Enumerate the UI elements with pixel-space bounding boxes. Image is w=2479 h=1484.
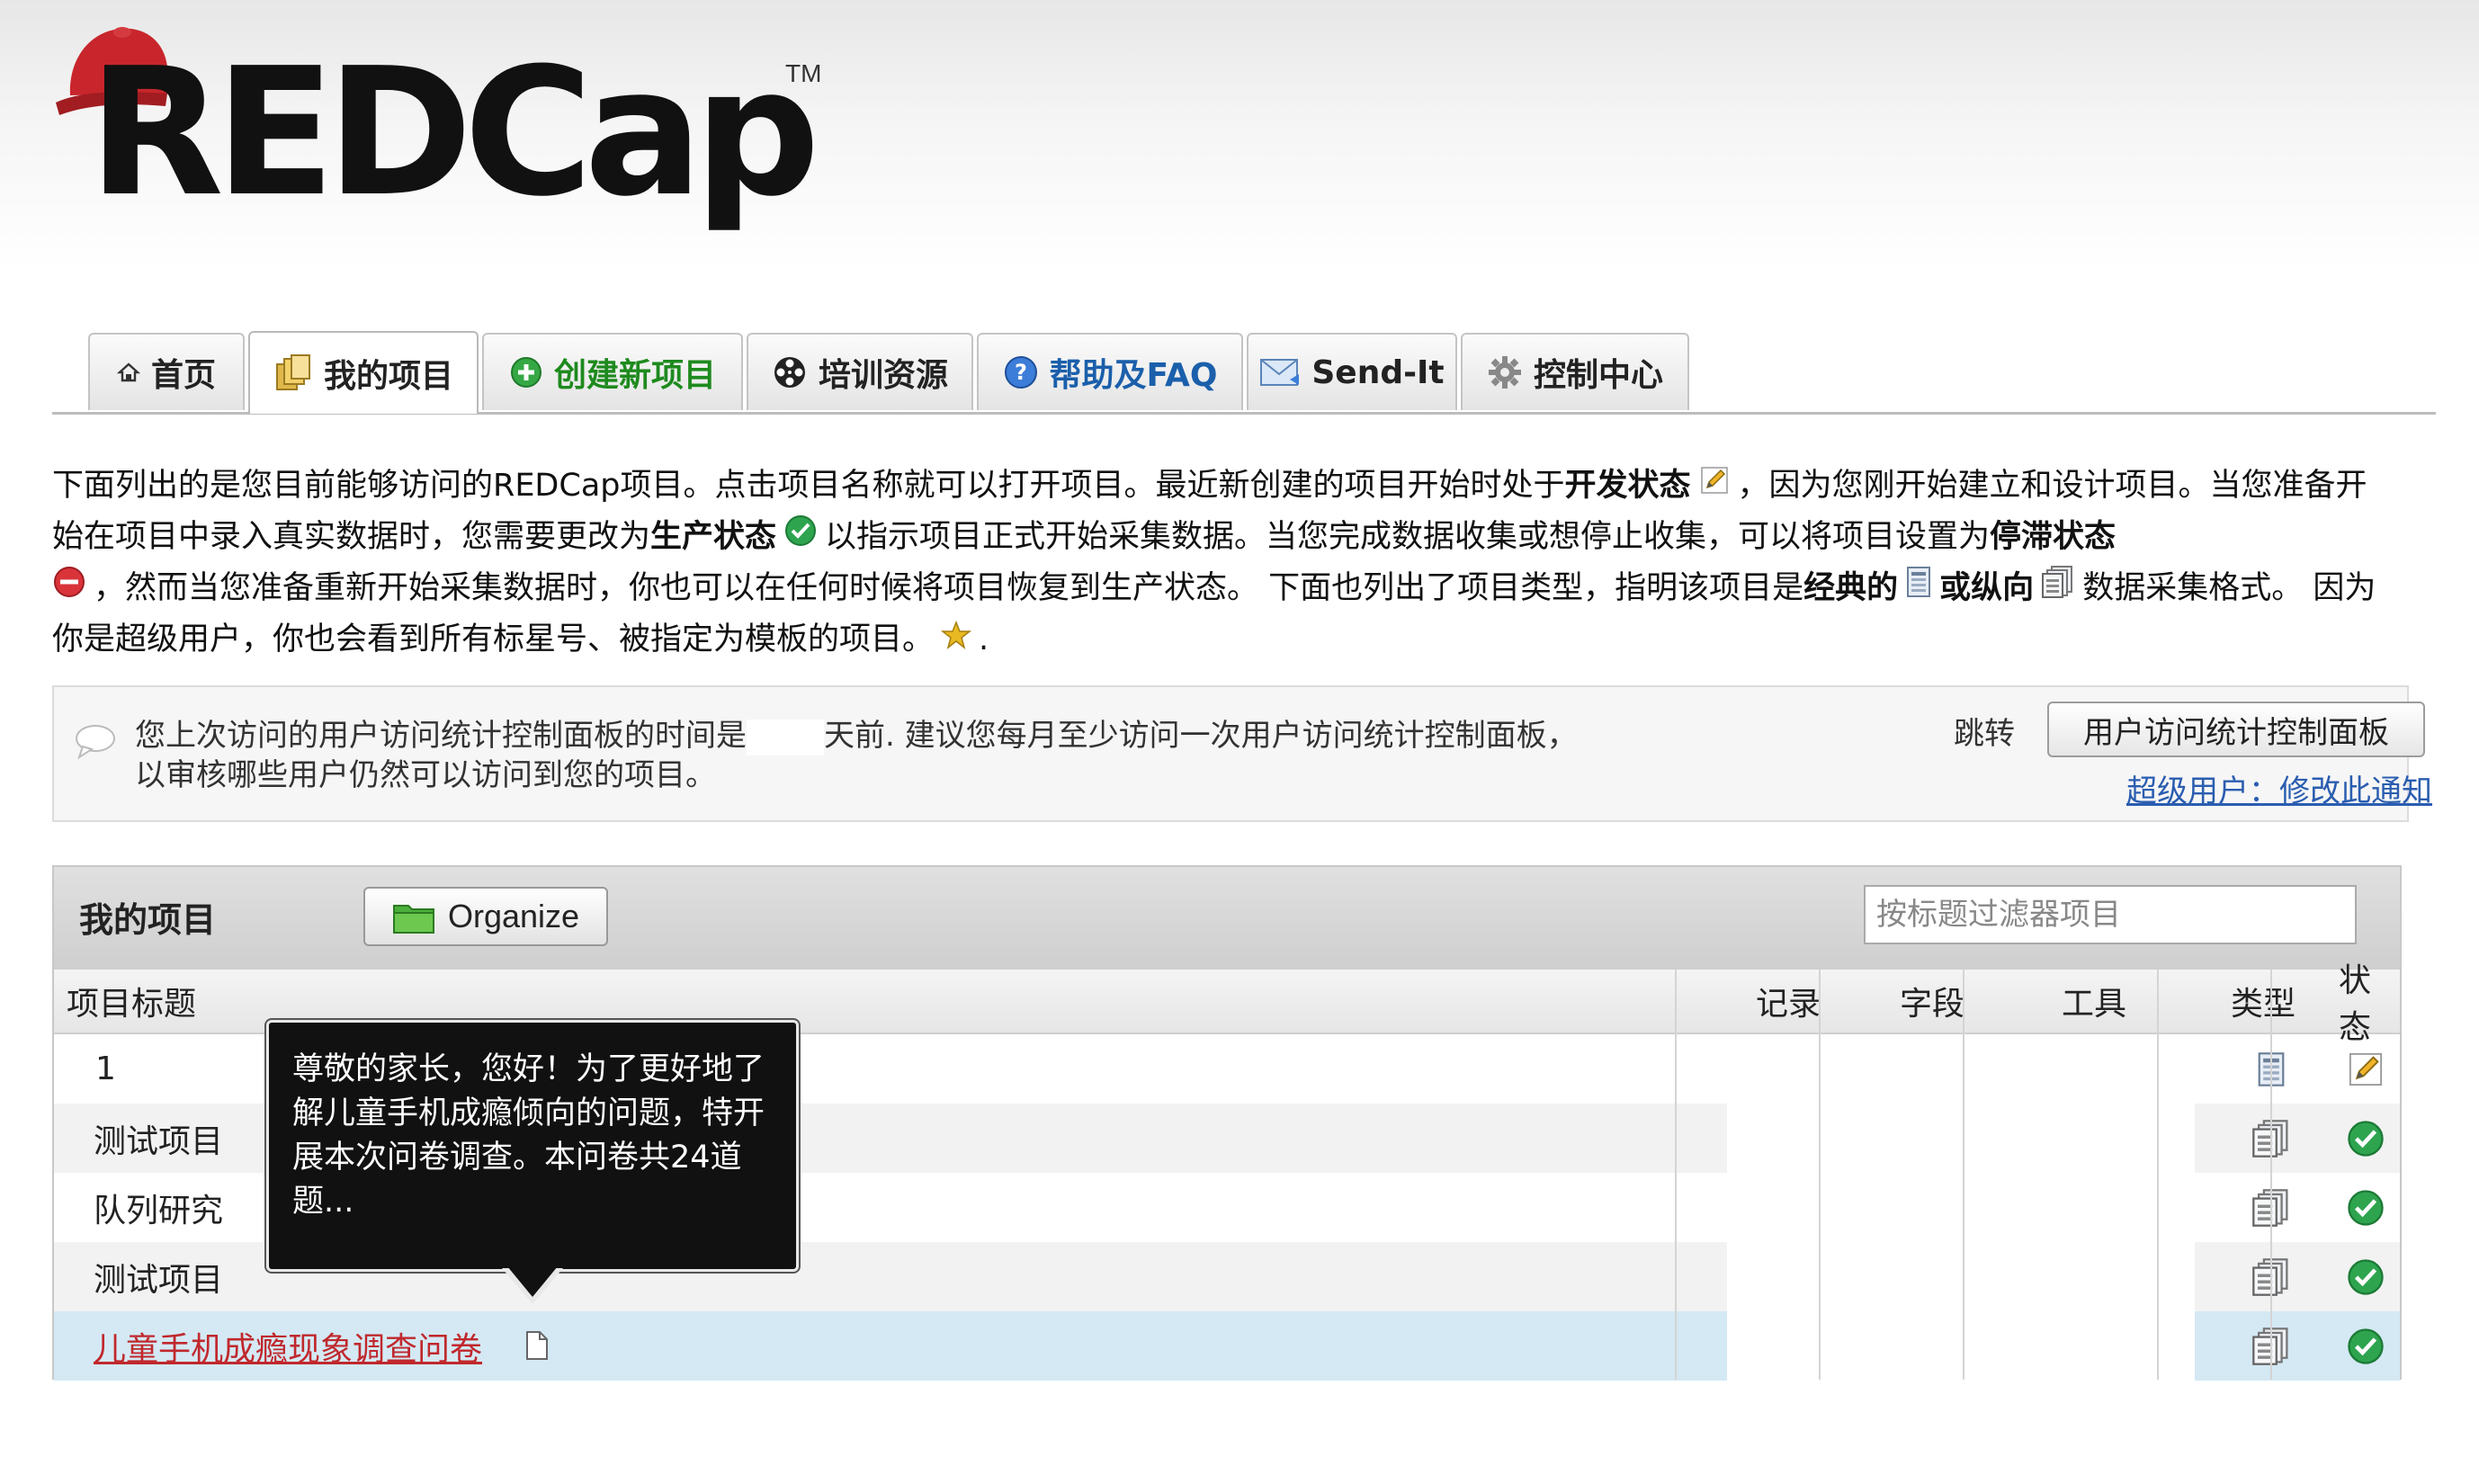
- check-circle-icon: [2346, 1119, 2385, 1158]
- tab-create-project[interactable]: 创建新项目: [482, 333, 743, 410]
- user-access-notice: 您上次访问的用户访问统计控制面板的时间是 天前. 建议您每月至少访问一次用户访问统…: [52, 685, 2432, 822]
- col-header-title[interactable]: 项目标题: [67, 970, 196, 1033]
- counts-blank: [1727, 1242, 2195, 1311]
- tab-create-project-label: 创建新项目: [553, 357, 716, 394]
- status-cell: [2330, 1311, 2402, 1381]
- column-divider: [1963, 970, 1964, 1380]
- project-title[interactable]: 1: [95, 1034, 116, 1104]
- status-cell: [2330, 1104, 2402, 1173]
- project-title[interactable]: 测试项目: [94, 1242, 223, 1311]
- tab-my-projects[interactable]: 我的项目: [248, 331, 479, 414]
- table-row[interactable]: 儿童手机成瘾现象调查问卷: [54, 1311, 2400, 1381]
- tab-training-label: 培训资源: [818, 357, 948, 394]
- or-label: 或: [1939, 570, 1972, 606]
- intro-text-6: .: [979, 621, 989, 657]
- tab-training[interactable]: 培训资源: [747, 333, 973, 410]
- folder-stack-icon: [273, 353, 313, 393]
- tab-home[interactable]: 首页: [88, 333, 245, 410]
- counts-blank: [1727, 1034, 2195, 1104]
- home-icon: [116, 361, 140, 384]
- pencil-icon: [1698, 461, 1731, 512]
- organize-label: Organize: [447, 898, 580, 934]
- days-value-blank: [747, 719, 824, 755]
- minus-circle-icon: [52, 564, 86, 614]
- column-divider: [2270, 970, 2272, 1380]
- classic-type-label: 经典的: [1803, 570, 1899, 606]
- intro-text-1: 下面列出的是您目前能够访问的REDCap项目。点击项目名称就可以打开项目。最近新…: [52, 468, 1565, 504]
- intro-text-3: 以指示项目正式开始采集数据。当您完成数据收集或想停止收集，可以将项目设置为: [825, 519, 1991, 555]
- tab-help-faq[interactable]: ? 帮助及FAQ: [977, 333, 1243, 410]
- tab-send-it[interactable]: Send-It: [1247, 333, 1457, 410]
- col-header-status[interactable]: 状态: [2339, 962, 2400, 1046]
- folder-icon: [392, 898, 435, 934]
- col-header-records[interactable]: 记录: [1756, 970, 1821, 1033]
- intro-paragraph: 下面列出的是您目前能够访问的REDCap项目。点击项目名称就可以打开项目。最近新…: [52, 460, 2391, 666]
- col-header-fields[interactable]: 字段: [1900, 970, 1964, 1033]
- classic-form-icon: [1905, 564, 1932, 614]
- trademark-mark: TM: [785, 59, 822, 87]
- tab-control-center[interactable]: 控制中心: [1461, 333, 1689, 410]
- gear-icon: [1487, 354, 1523, 390]
- column-divider: [1819, 970, 1821, 1380]
- inactive-state-label: 停滞状态: [1990, 519, 2117, 555]
- counts-blank: [1727, 1104, 2195, 1173]
- column-divider: [2157, 970, 2159, 1380]
- envelope-icon: [1259, 356, 1301, 389]
- logo-wordmark: REDCap: [88, 31, 820, 236]
- longitudinal-type-label: 纵向: [1971, 570, 2035, 606]
- col-header-tools: 工具: [2062, 986, 2127, 1023]
- tab-home-label: 首页: [150, 357, 216, 394]
- tab-help-faq-label: 帮助及FAQ: [1049, 357, 1218, 394]
- jump-label: 跳转: [1954, 716, 2015, 752]
- counts-blank: [1727, 1173, 2195, 1242]
- tab-control-center-label: 控制中心: [1533, 357, 1663, 394]
- check-circle-icon: [2346, 1257, 2385, 1297]
- project-title-link[interactable]: 儿童手机成瘾现象调查问卷: [94, 1311, 482, 1381]
- star-icon: [940, 615, 972, 666]
- redcap-logo[interactable]: REDCap TM: [52, 16, 844, 241]
- tooltip-arrow-inner: [507, 1266, 558, 1297]
- help-circle-icon: ?: [1003, 354, 1039, 390]
- check-circle-icon: [2346, 1188, 2385, 1228]
- notice-message: 您上次访问的用户访问统计控制面板的时间是 天前. 建议您每月至少访问一次用户访问统…: [135, 718, 1578, 793]
- project-title[interactable]: 队列研究: [94, 1173, 223, 1242]
- check-circle-icon: [783, 513, 818, 563]
- col-header-type[interactable]: 类型: [2231, 970, 2296, 1033]
- film-reel-icon: [772, 354, 808, 390]
- panel-header: 我的项目 Organize: [54, 867, 2400, 970]
- organize-button[interactable]: Organize: [363, 887, 608, 946]
- counts-blank: [1727, 1311, 2195, 1381]
- production-state-label: 生产状态: [650, 519, 777, 555]
- svg-text:?: ?: [1015, 360, 1027, 385]
- filter-projects-input[interactable]: [1864, 885, 2357, 944]
- check-circle-icon: [2346, 1327, 2385, 1366]
- column-divider: [1675, 970, 1677, 1380]
- speech-bubble-icon: [74, 723, 117, 763]
- status-cell: [2330, 1242, 2402, 1311]
- longitudinal-forms-icon: [2041, 564, 2075, 614]
- user-access-dashboard-button[interactable]: 用户访问统计控制面板: [2047, 702, 2425, 757]
- status-cell: [2330, 1173, 2402, 1242]
- intro-text-4: ，然而当您准备重新开始采集数据时，你也可以在任何时候将项目恢复到生产状态。 下面…: [94, 570, 1804, 606]
- status-cell: [2330, 1034, 2402, 1104]
- tab-my-projects-label: 我的项目: [323, 358, 453, 395]
- edit-notice-link[interactable]: 超级用户：修改此通知: [2045, 766, 2432, 810]
- project-title[interactable]: 测试项目: [94, 1104, 223, 1173]
- pencil-icon: [2346, 1050, 2385, 1089]
- panel-title: 我的项目: [79, 900, 217, 940]
- tab-send-it-label: Send-It: [1311, 353, 1445, 391]
- development-state-label: 开发状态: [1564, 468, 1691, 504]
- project-note-tooltip: 尊敬的家长，您好！为了更好地了解儿童手机成瘾倾向的问题，特开展本次问卷调查。本问…: [264, 1018, 801, 1274]
- document-icon[interactable]: [524, 1329, 550, 1362]
- plus-circle-icon: [509, 355, 543, 389]
